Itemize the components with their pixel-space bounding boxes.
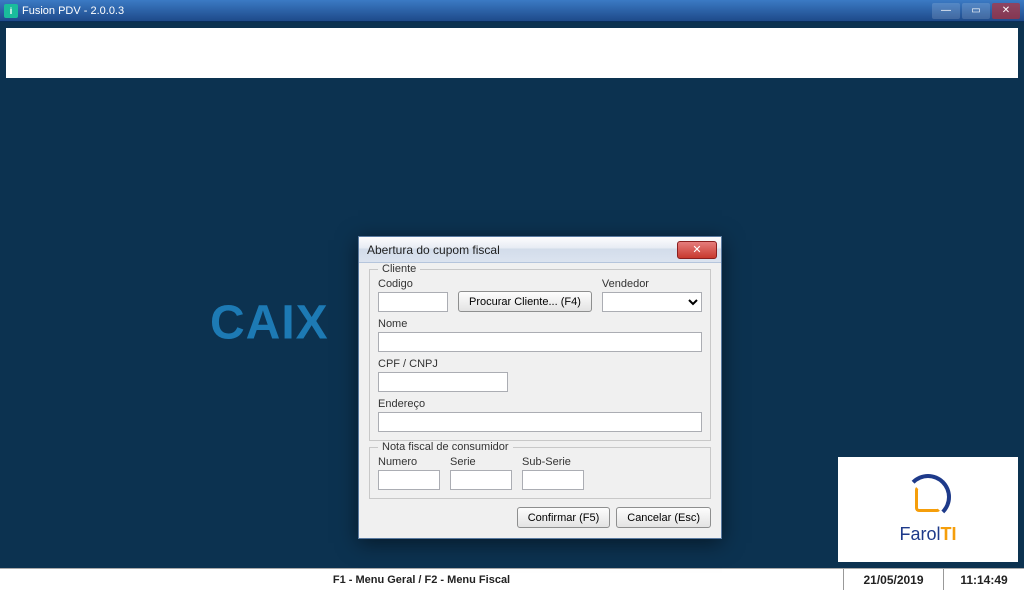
nota-fiscal-fieldset: Nota fiscal de consumidor Numero Serie [369, 447, 711, 499]
cancelar-button[interactable]: Cancelar (Esc) [616, 507, 711, 528]
app-body: CAIX Abertura do cupom fiscal ✕ Cliente … [0, 22, 1024, 590]
procurar-cliente-button[interactable]: Procurar Cliente... (F4) [458, 291, 592, 312]
status-menus: F1 - Menu Geral / F2 - Menu Fiscal [0, 569, 844, 590]
minimize-button[interactable]: — [932, 3, 960, 19]
vendedor-select[interactable] [602, 292, 702, 312]
window-controls: — ▭ ✕ [932, 3, 1020, 19]
brand-logo-text: FarolTI [899, 524, 956, 545]
dialog-close-button[interactable]: ✕ [677, 241, 717, 259]
statusbar: F1 - Menu Geral / F2 - Menu Fiscal 21/05… [0, 568, 1024, 590]
confirmar-button[interactable]: Confirmar (F5) [517, 507, 611, 528]
abertura-cupom-dialog: Abertura do cupom fiscal ✕ Cliente Codig… [358, 236, 722, 539]
main-area: CAIX Abertura do cupom fiscal ✕ Cliente … [0, 78, 1024, 568]
brand-logo-icon [905, 474, 951, 520]
status-date: 21/05/2019 [844, 569, 944, 590]
subserie-label: Sub-Serie [522, 456, 584, 468]
brand-logo-box: FarolTI [838, 457, 1018, 562]
serie-label: Serie [450, 456, 512, 468]
nota-fiscal-legend: Nota fiscal de consumidor [378, 441, 513, 453]
numero-input[interactable] [378, 470, 440, 490]
cpf-input[interactable] [378, 372, 508, 392]
nome-label: Nome [378, 318, 702, 330]
nome-input[interactable] [378, 332, 702, 352]
app-icon: i [4, 4, 18, 18]
vendedor-label: Vendedor [602, 278, 702, 290]
window-title: Fusion PDV - 2.0.0.3 [22, 5, 124, 17]
os-titlebar: i Fusion PDV - 2.0.0.3 — ▭ ✕ [0, 0, 1024, 22]
numero-label: Numero [378, 456, 440, 468]
status-time: 11:14:49 [944, 569, 1024, 590]
codigo-label: Codigo [378, 278, 448, 290]
cpf-label: CPF / CNPJ [378, 358, 508, 370]
cliente-fieldset: Cliente Codigo Procurar Cliente... (F4) [369, 269, 711, 441]
codigo-input[interactable] [378, 292, 448, 312]
close-window-button[interactable]: ✕ [992, 3, 1020, 19]
serie-input[interactable] [450, 470, 512, 490]
cliente-legend: Cliente [378, 263, 420, 275]
endereco-label: Endereço [378, 398, 702, 410]
endereco-input[interactable] [378, 412, 702, 432]
dialog-titlebar[interactable]: Abertura do cupom fiscal ✕ [359, 237, 721, 263]
top-header-band [6, 28, 1018, 78]
dialog-title: Abertura do cupom fiscal [367, 243, 500, 257]
maximize-button[interactable]: ▭ [962, 3, 990, 19]
caixa-background-text: CAIX [210, 296, 329, 351]
subserie-input[interactable] [522, 470, 584, 490]
